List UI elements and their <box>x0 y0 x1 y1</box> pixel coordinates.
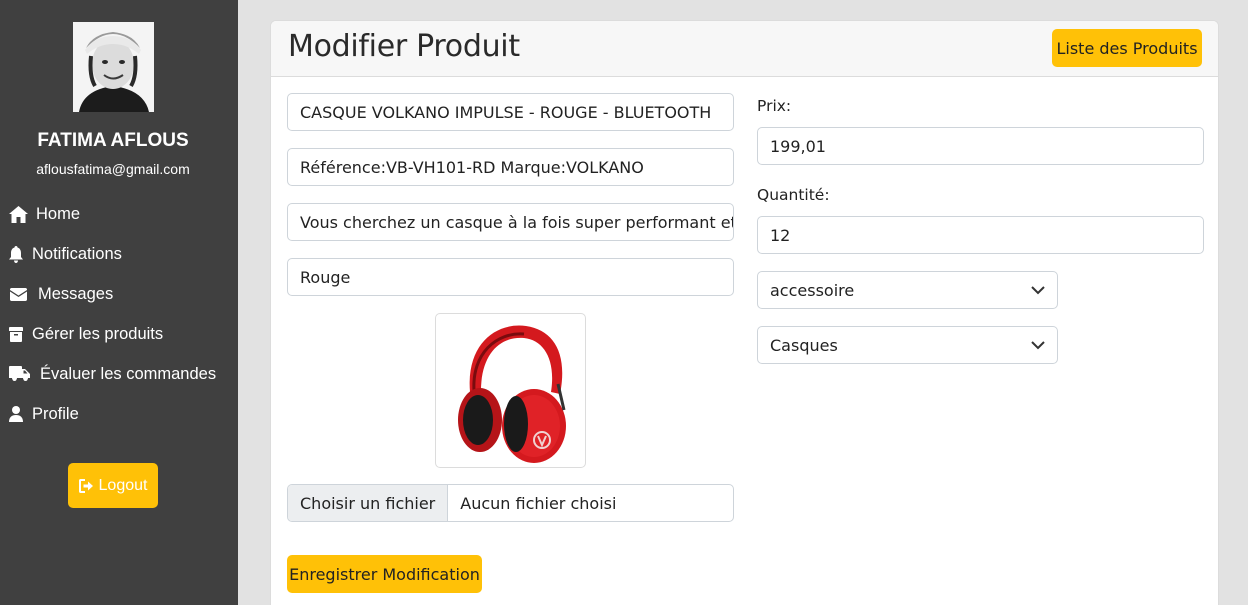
sign-out-icon <box>78 478 99 493</box>
product-image <box>435 313 586 468</box>
choose-file-button[interactable]: Choisir un fichier <box>288 485 449 521</box>
user-name: FATIMA AFLOUS <box>37 130 189 151</box>
sidebar-item-label: Messages <box>38 284 114 303</box>
sidebar-item-label: Évaluer les commandes <box>40 364 217 383</box>
logout-label: Logout <box>98 476 148 494</box>
product-list-button[interactable]: Liste des Produits <box>1052 29 1202 67</box>
product-color-input[interactable]: Rouge <box>287 258 734 296</box>
edit-product-card: Modifier Produit Liste des Produits CASQ… <box>270 20 1219 605</box>
sidebar-item-products[interactable]: Gérer les produits <box>8 319 163 349</box>
home-icon <box>8 204 28 224</box>
sidebar: FATIMA AFLOUS aflousfatima@gmail.com Hom… <box>0 0 238 605</box>
category-select[interactable]: accessoire <box>757 271 1058 309</box>
sidebar-item-label: Profile <box>32 404 79 423</box>
price-label: Prix: <box>757 97 792 115</box>
card-header: Modifier Produit Liste des Produits <box>271 21 1218 77</box>
subcategory-select-value: Casques <box>770 335 838 355</box>
sidebar-item-orders[interactable]: Évaluer les commandes <box>8 359 216 389</box>
product-name-input[interactable]: CASQUE VOLKANO IMPULSE - ROUGE - BLUETOO… <box>287 93 734 131</box>
chevron-down-icon <box>1031 285 1045 295</box>
box-icon <box>8 324 24 344</box>
sidebar-item-notifications[interactable]: Notifications <box>8 239 122 269</box>
sidebar-item-messages[interactable]: Messages <box>8 279 113 309</box>
sidebar-item-home[interactable]: Home <box>8 199 80 229</box>
save-button[interactable]: Enregistrer Modification <box>287 555 482 593</box>
sidebar-item-label: Notifications <box>32 244 122 263</box>
sidebar-item-label: Gérer les produits <box>32 324 164 343</box>
user-icon <box>8 404 24 424</box>
sidebar-item-profile[interactable]: Profile <box>8 399 79 429</box>
file-status: Aucun fichier choisi <box>460 493 617 513</box>
quantity-label: Quantité: <box>757 186 830 204</box>
product-reference-input[interactable]: Référence:VB-VH101-RD Marque:VOLKANO <box>287 148 734 186</box>
user-email: aflousfatima@gmail.com <box>36 161 190 177</box>
bell-icon <box>8 244 24 264</box>
truck-icon <box>8 364 30 384</box>
logout-button[interactable]: Logout <box>68 463 158 508</box>
avatar <box>73 22 154 112</box>
image-file-input[interactable]: Choisir un fichier Aucun fichier choisi <box>287 484 734 522</box>
quantity-input[interactable]: 12 <box>757 216 1204 254</box>
chevron-down-icon <box>1031 340 1045 350</box>
page-title: Modifier Produit <box>288 29 520 64</box>
product-description-input[interactable]: Vous cherchez un casque à la fois super … <box>287 203 734 241</box>
category-select-value: accessoire <box>770 280 855 300</box>
subcategory-select[interactable]: Casques <box>757 326 1058 364</box>
sidebar-item-label: Home <box>36 204 81 223</box>
price-input[interactable]: 199,01 <box>757 127 1204 165</box>
envelope-icon <box>8 284 28 304</box>
